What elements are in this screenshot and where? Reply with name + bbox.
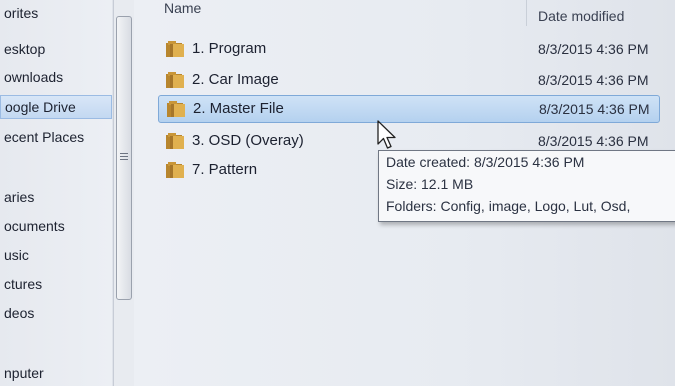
folder-icon xyxy=(166,41,184,57)
nav-item-desktop[interactable]: esktop xyxy=(4,38,114,60)
folder-icon xyxy=(167,101,185,117)
nav-item-pictures[interactable]: ctures xyxy=(4,273,114,295)
nav-item-recent-places[interactable]: ecent Places xyxy=(4,126,114,148)
nav-item-documents[interactable]: ocuments xyxy=(4,215,114,237)
tooltip-folders: Folders: Config, image, Logo, Lut, Osd, xyxy=(386,198,631,214)
nav-item-computer[interactable]: nputer xyxy=(4,362,114,384)
nav-item-videos[interactable]: deos xyxy=(4,302,114,324)
column-separator[interactable] xyxy=(526,0,527,26)
column-header-name[interactable]: Name xyxy=(164,0,201,22)
tooltip-date-created: Date created: 8/3/2015 4:36 PM xyxy=(386,154,585,170)
file-name: 7. Pattern xyxy=(192,161,258,178)
file-row[interactable]: 1. Program 8/3/2015 4:36 PM xyxy=(160,36,665,62)
file-name: 2. Master File xyxy=(193,100,284,117)
folder-tooltip: Date created: 8/3/2015 4:36 PM Size: 12.… xyxy=(378,150,675,222)
folder-icon xyxy=(166,162,184,178)
nav-item-music[interactable]: usic xyxy=(4,244,114,266)
grip-line xyxy=(120,159,128,160)
nav-item-downloads[interactable]: ownloads xyxy=(4,66,114,88)
file-date: 8/3/2015 4:36 PM xyxy=(538,41,649,57)
nav-item-google-drive[interactable]: oogle Drive xyxy=(0,95,112,119)
file-name: 1. Program xyxy=(192,40,267,57)
tooltip-size: Size: 12.1 MB xyxy=(386,176,474,192)
file-date: 8/3/2015 4:36 PM xyxy=(539,101,650,117)
file-row[interactable]: 2. Car Image 8/3/2015 4:36 PM xyxy=(160,67,665,93)
nav-item-libraries[interactable]: aries xyxy=(4,186,114,208)
file-name: 2. Car Image xyxy=(192,71,279,88)
mouse-cursor-icon xyxy=(377,120,396,149)
folder-icon xyxy=(166,133,184,149)
scrollbar-thumb[interactable] xyxy=(116,16,132,300)
folder-icon xyxy=(166,72,184,88)
grip-line xyxy=(120,153,128,154)
navigation-pane: orites esktop ownloads oogle Drive ecent… xyxy=(0,0,112,386)
file-row-selected[interactable]: 2. Master File 8/3/2015 4:36 PM xyxy=(158,95,660,123)
file-date: 8/3/2015 4:36 PM xyxy=(538,72,649,88)
file-name: 3. OSD (Overay) xyxy=(192,132,304,149)
nav-item-favorites[interactable]: orites xyxy=(4,2,114,24)
grip-line xyxy=(120,156,128,157)
nav-scrollbar[interactable] xyxy=(113,0,135,386)
column-header-date-modified[interactable]: Date modified xyxy=(538,2,624,30)
